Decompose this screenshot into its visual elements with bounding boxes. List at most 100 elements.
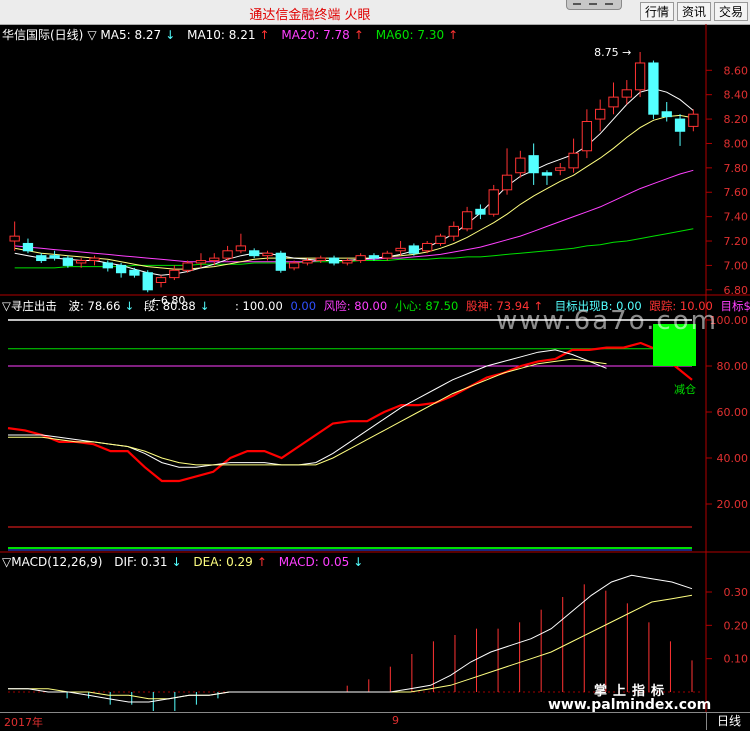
candle-body [501,174,513,191]
candle-body [595,108,606,120]
candle-body [328,257,340,264]
candle-body [648,62,659,115]
caution-label: 小心: 87.50 [394,299,459,313]
candle-body [102,262,113,269]
candle-body [488,189,499,215]
price-chart[interactable]: 8.75 →←6.80 [9,46,699,307]
price-tick-label: 8.60 [724,64,749,77]
window-controls[interactable] [566,0,622,10]
macd-tick-label: 0.30 [724,586,749,599]
app-title: 通达信金融终端 火眼 [249,8,371,23]
candle-body [568,152,579,169]
ma60-label: MA60: 7.30 ↑ [375,28,459,42]
price-tick-label: 7.00 [724,259,749,272]
dif-line [8,574,693,703]
candle-body [541,172,553,176]
ma5-label: ▽ MA5: 8.27 ↓ [87,28,176,42]
target-label: 目标$ [720,299,750,313]
close-icon[interactable] [605,3,613,5]
candle-body [222,250,233,259]
candle-body [302,260,313,264]
candle-body [169,269,180,279]
indicator-tick-label: 40.00 [717,452,749,465]
candle-body [528,155,539,174]
watermark-url: www.palmindex.com [548,697,712,713]
price-tick-label: 8.40 [724,89,749,102]
wave-label: 波: 78.66 ↓ [68,299,135,313]
candle-body [395,247,406,252]
candle-body [9,235,20,242]
zero-label: 0.00 [290,299,317,313]
high-annotation: 8.75 → [594,46,631,59]
price-tick-label: 6.80 [724,284,749,297]
chart-canvas[interactable]: 8.75 →←6.80 减仓 8.60 8.40 8.20 8.00 7.80 7.60 7… [0,24,750,714]
candle-body [182,262,193,271]
candle-body [249,250,260,257]
risk-label: 风险: 80.00 [323,299,388,313]
minimize-icon[interactable] [573,3,581,5]
candle-body [355,255,366,262]
candle-body [408,245,420,254]
candle-body [688,113,699,127]
maximize-icon[interactable] [589,3,597,5]
candle-body [142,272,153,291]
candle-body [195,260,207,264]
candle-body [448,225,459,237]
month-label: 9 [392,714,399,727]
ma60-line [14,228,694,269]
candle-body [634,62,646,91]
price-tick-label: 7.60 [724,186,749,199]
price-header: 华信国际(日线) ▽ MA5: 8.27 ↓ MA10: 8.21 ↑ MA20: 7… [2,26,466,43]
price-tick-label: 8.00 [724,137,749,150]
candle-body [515,157,526,174]
watermark-site: www.6a7o.com [496,306,718,336]
candle-body [581,121,593,152]
indicator-tick-label: 20.00 [717,498,749,511]
time-axis[interactable]: 2017年 9 日线 [0,712,750,731]
reduce-position-label: 减仓 [674,382,696,396]
candle-body [315,257,326,262]
candle-body [435,235,446,244]
price-tick-label: 7.80 [724,162,749,175]
segment-label: 段: 80.88 ↓ [143,299,210,313]
candle-body [288,262,300,269]
news-button[interactable]: 资讯 [677,2,711,21]
indicator-line-0 [7,341,693,483]
year-label: 2017年 [4,716,43,729]
trade-button[interactable]: 交易 [714,2,748,21]
candle-body [62,257,74,266]
ma20-line [14,169,694,263]
ma10-label: MA10: 8.21 ↑ [187,28,270,42]
candle-body [461,211,473,230]
stock-name: 华信国际(日线) [2,28,84,42]
candle-body [475,208,486,215]
candle-body [155,277,167,283]
candle-body [49,255,60,259]
candle-body [661,111,672,118]
period-selector[interactable]: 日线 [706,713,750,730]
macd-header: ▽MACD(12,26,9) DIF: 0.31 ↓ DEA: 0.29 ↑ MAC… [2,555,371,569]
candle-body [115,264,127,274]
macd-tick-label: 0.10 [724,653,749,666]
chart-area[interactable]: 8.75 → ←6.80 减仓 8.60 8.40 8.20 8.00 7.80 7.60 7… [0,24,750,714]
ma20-label: MA20: 7.78 ↑ [281,28,364,42]
candle-body [422,242,433,252]
indicator-chart[interactable]: 减仓 [7,319,696,551]
ma5-line [14,88,694,276]
line100-label: : 100.00 [235,299,283,313]
indicator-line-2 [8,358,607,466]
price-tick-label: 7.40 [724,211,749,224]
candle-body [36,255,47,262]
candle-body [621,89,632,98]
quote-button[interactable]: 行情 [640,2,674,21]
dea-label: DEA: 0.29 ↑ [193,555,267,569]
candle-body [342,260,353,264]
macd-value-label: MACD: 0.05 ↓ [278,555,364,569]
axis-ticks: 8.60 8.40 8.20 8.00 7.80 7.60 7.40 7.20 7.00 6.80… [706,64,749,666]
candle-body [555,167,566,171]
candle-body [275,252,286,271]
price-tick-label: 8.20 [724,113,749,126]
dea-line [8,594,693,700]
indicator-tick-label: 60.00 [717,406,749,419]
candle-body [382,252,393,259]
